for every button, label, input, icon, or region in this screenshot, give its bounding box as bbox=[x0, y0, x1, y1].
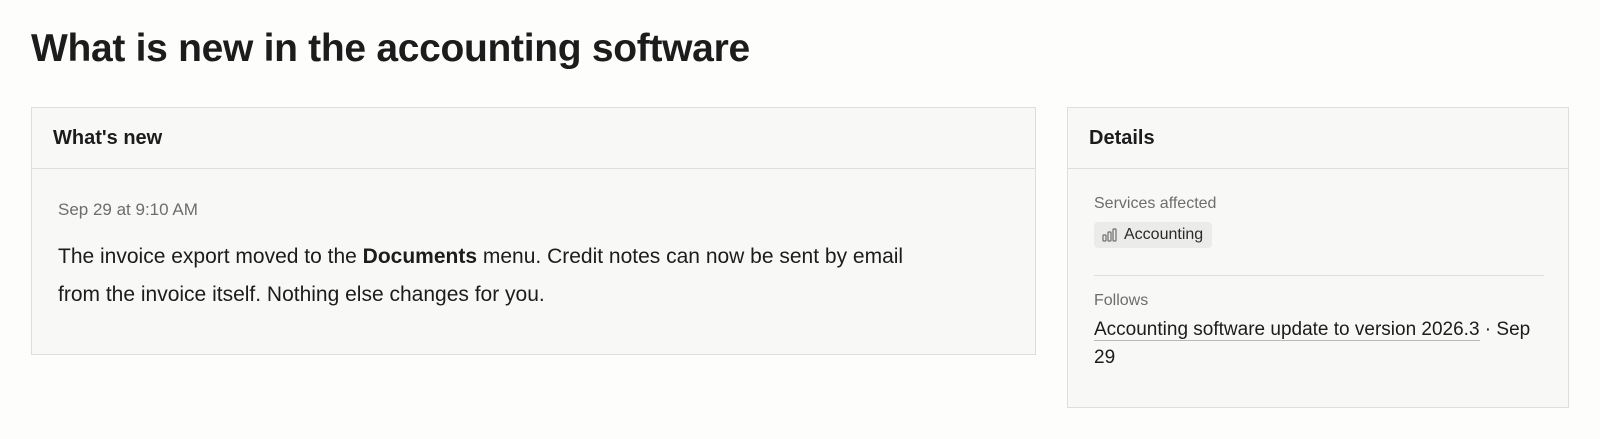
page-title: What is new in the accounting software bbox=[31, 27, 750, 70]
details-card: Details Services affected Accounting Fol… bbox=[1067, 107, 1569, 408]
service-chip-label: Accounting bbox=[1124, 226, 1204, 243]
details-header: Details bbox=[1068, 108, 1568, 169]
bar-chart-icon bbox=[1102, 228, 1117, 242]
follows-separator: · bbox=[1479, 319, 1497, 340]
entry-body: The invoice export moved to the Document… bbox=[58, 238, 908, 314]
whats-new-header: What's new bbox=[32, 108, 1035, 169]
entry-timestamp: Sep 29 at 9:10 AM bbox=[58, 200, 198, 219]
documents-menu-emphasis: Documents bbox=[362, 245, 478, 268]
services-affected-label: Services affected bbox=[1094, 195, 1217, 212]
follows-entry: Accounting software update to version 20… bbox=[1094, 316, 1549, 372]
follows-update-link[interactable]: Accounting software update to version 20… bbox=[1094, 319, 1480, 341]
entry-body-text-start: The invoice export moved to the bbox=[58, 245, 363, 268]
follows-label: Follows bbox=[1094, 292, 1149, 309]
whats-new-card: What's new Sep 29 at 9:10 AM The invoice… bbox=[31, 107, 1036, 355]
details-divider bbox=[1094, 275, 1544, 276]
service-chip-accounting: Accounting bbox=[1094, 222, 1213, 248]
